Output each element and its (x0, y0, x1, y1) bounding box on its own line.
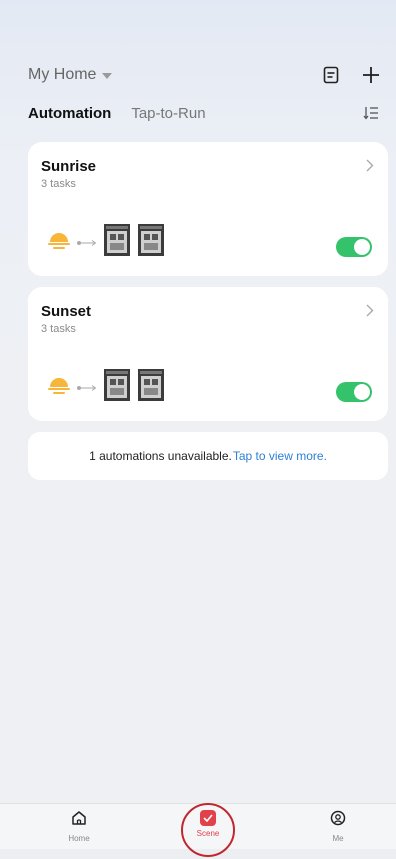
nav-label-me: Me (332, 834, 344, 843)
automation-title: Sunrise (41, 158, 97, 175)
tab-automation[interactable]: Automation (28, 105, 111, 122)
automation-task-count: 3 tasks (41, 178, 76, 190)
highlight-annotation (181, 803, 235, 857)
sunrise-icon (46, 229, 72, 256)
home-name: My Home (28, 66, 97, 83)
device-icon (136, 223, 166, 262)
home-icon (71, 810, 87, 831)
automation-flow (46, 368, 166, 407)
chevron-down-icon (102, 73, 113, 79)
sunset-icon (46, 374, 72, 401)
arrow-icon (76, 234, 98, 252)
automation-card-sunrise[interactable]: Sunrise 3 tasks (28, 142, 388, 276)
nav-item-me[interactable]: Me (308, 810, 368, 843)
automation-title: Sunset (41, 303, 92, 320)
automation-toggle[interactable] (336, 382, 372, 402)
view-more-link[interactable]: Tap to view more. (233, 449, 327, 463)
automation-card-sunset[interactable]: Sunset 3 tasks (28, 287, 388, 421)
nav-item-home[interactable]: Home (49, 810, 109, 843)
header: My Home (28, 62, 382, 88)
arrow-icon (76, 379, 98, 397)
automation-toggle[interactable] (336, 237, 372, 257)
device-icon (102, 368, 132, 407)
chevron-right-icon (366, 159, 374, 177)
automation-task-count: 3 tasks (41, 323, 76, 335)
sort-icon[interactable] (360, 102, 382, 124)
add-icon[interactable] (360, 64, 382, 86)
chevron-right-icon (366, 304, 374, 322)
device-icon (136, 368, 166, 407)
automation-flow (46, 223, 166, 262)
nav-label-home: Home (68, 834, 90, 843)
header-actions (320, 64, 382, 86)
tab-tap-to-run[interactable]: Tap-to-Run (131, 105, 205, 122)
notice-message: 1 automations unavailable. (89, 449, 232, 463)
device-icon (102, 223, 132, 262)
log-icon[interactable] (320, 64, 342, 86)
home-selector[interactable]: My Home (28, 66, 113, 84)
unavailable-notice[interactable]: 1 automations unavailable. Tap to view m… (28, 432, 388, 480)
tab-bar: Automation Tap-to-Run (28, 102, 382, 124)
profile-icon (330, 810, 346, 831)
